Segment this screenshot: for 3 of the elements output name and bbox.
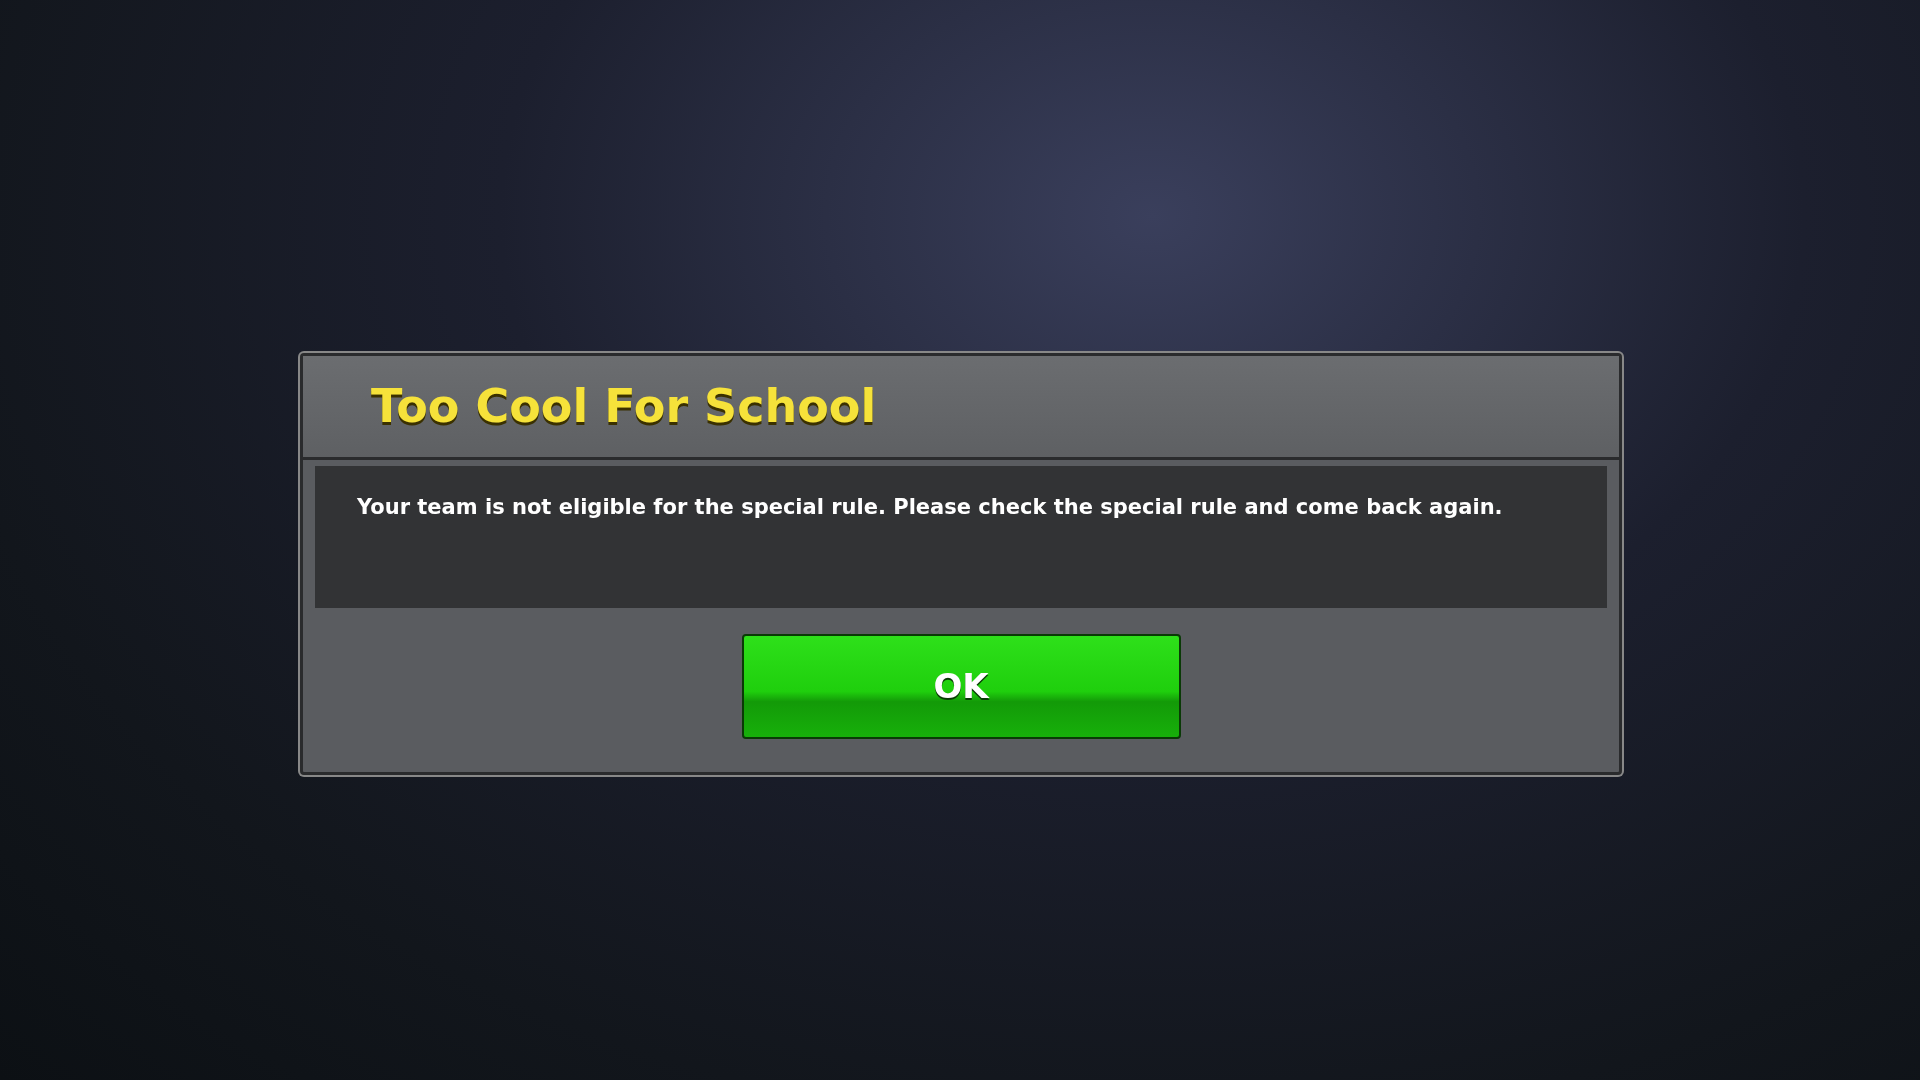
ok-button[interactable]: OK	[741, 634, 1181, 739]
dialog-message: Your team is not eligible for the special rule. Please check the special rule and come back again.	[357, 494, 1504, 521]
dialog-title: Too Cool For School	[371, 378, 877, 435]
